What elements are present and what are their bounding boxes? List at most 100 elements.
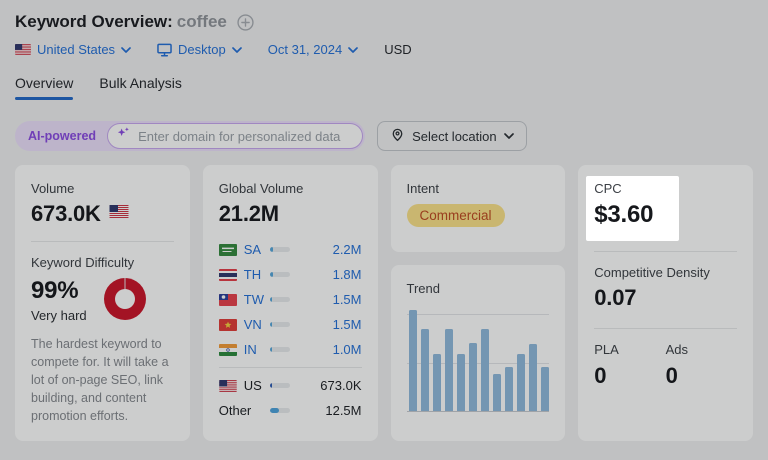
country-volume-value: 12.5M [325,403,361,418]
in-flag-icon [219,344,237,356]
chevron-down-icon [121,47,131,53]
trend-bar [433,354,441,411]
sparkles-icon [116,126,131,146]
volume-bar [270,322,290,327]
select-location-button[interactable]: Select location [377,121,527,151]
country-volume-value[interactable]: 1.5M [333,292,362,307]
pla-metric: PLA 0 [594,342,665,389]
tw-flag-icon [219,294,237,306]
add-keyword-icon[interactable] [237,14,254,31]
country-volume-value[interactable]: 1.8M [333,267,362,282]
country-row-sa: SA 2.2M [219,237,362,262]
ads-label: Ads [666,342,737,357]
volume-bar [270,383,290,388]
divider [219,367,362,368]
vn-flag-icon [219,319,237,331]
select-location-label: Select location [412,129,497,144]
trend-bar [481,329,489,411]
country-code-link[interactable]: VN [244,317,262,332]
intent-label: Intent [407,181,550,196]
country-code-link[interactable]: TH [244,267,261,282]
volume-label: Volume [31,181,174,196]
page-title: Keyword Overview:coffee [15,12,227,32]
domain-input-wrap [107,123,363,149]
global-volume-value: 21.2M [219,201,362,227]
intent-trend-column: Intent Commercial Trend [391,165,566,441]
volume-bar [270,347,290,352]
trend-bar [517,354,525,411]
location-pin-icon [390,127,405,145]
us-flag-icon [15,44,31,55]
device-selector[interactable]: Desktop [157,42,242,57]
th-flag-icon [219,269,237,281]
divider [594,328,737,329]
ai-powered-pill: AI-powered [15,121,365,151]
ads-metric: Ads 0 [666,342,737,389]
keyword-difficulty-value: 99% [31,277,87,305]
country-volume-value[interactable]: 1.0M [333,342,362,357]
trend-card: Trend [391,265,566,441]
intent-badge[interactable]: Commercial [407,204,505,227]
trend-bar [541,367,549,411]
country-label: United States [37,42,115,57]
trend-bar [421,329,429,411]
cpc-label: CPC [594,181,653,196]
trend-bar [505,367,513,411]
sa-flag-icon [219,244,237,256]
country-code-link[interactable]: IN [244,342,257,357]
trend-bar [493,374,501,411]
country-row-tw: TW 1.5M [219,287,362,312]
chevron-down-icon [348,47,358,53]
ai-toolbar: AI-powered Select location [15,121,753,151]
chevron-down-icon [504,133,514,139]
pla-ads-row: PLA 0 Ads 0 [594,342,737,389]
volume-bar [270,408,290,413]
keyword-difficulty-description: The hardest keyword to compete for. It w… [31,335,174,425]
keyword-text: coffee [177,12,227,31]
trend-label: Trend [407,281,550,296]
other-label: Other [219,403,252,418]
cpc-card: CPC $3.60 Competitive Density 0.07 PLA 0… [578,165,753,441]
ai-powered-badge: AI-powered [17,129,107,143]
volume-bar [270,297,290,302]
cpc-value: $3.60 [594,201,653,229]
keyword-overview-page: Keyword Overview:coffee United States De… [0,0,768,441]
domain-input[interactable] [107,123,363,149]
country-code-link[interactable]: SA [244,242,261,257]
trend-bar [469,343,477,411]
trend-bar-chart [407,310,550,412]
country-code-link[interactable]: US [244,378,262,393]
trend-bar [457,354,465,411]
device-label: Desktop [178,42,226,57]
page-header: Keyword Overview:coffee [15,12,753,32]
cpc-highlight-box: CPC $3.60 [586,176,679,241]
us-flag-icon [109,205,129,218]
trend-bars [409,310,550,411]
difficulty-donut-chart [104,278,146,320]
pla-value: 0 [594,363,665,389]
global-volume-label: Global Volume [219,181,362,196]
chart-baseline [407,411,550,412]
tab-bulk-analysis[interactable]: Bulk Analysis [99,75,181,100]
tab-overview[interactable]: Overview [15,75,73,100]
date-selector[interactable]: Oct 31, 2024 [268,42,358,57]
country-row-other: Other 12.5M [219,398,362,423]
trend-bar [445,329,453,411]
competitive-density-label: Competitive Density [594,265,737,280]
country-volume-list: SA 2.2M TH 1.8M TW 1.5M VN 1.5M [219,237,362,423]
country-volume-value[interactable]: 1.5M [333,317,362,332]
divider [594,251,737,252]
currency-label: USD [384,42,411,57]
country-row-in: IN 1.0M [219,337,362,362]
country-row-th: TH 1.8M [219,262,362,287]
intent-card: Intent Commercial [391,165,566,252]
country-volume-value[interactable]: 2.2M [333,242,362,257]
trend-bar [529,344,537,411]
metrics-grid: Volume 673.0K Keyword Difficulty 99% Ver… [15,165,753,441]
divider [31,241,174,242]
pla-label: PLA [594,342,665,357]
date-label: Oct 31, 2024 [268,42,342,57]
keyword-difficulty-label: Keyword Difficulty [31,255,174,270]
country-code-link[interactable]: TW [244,292,264,307]
country-selector[interactable]: United States [15,42,131,57]
